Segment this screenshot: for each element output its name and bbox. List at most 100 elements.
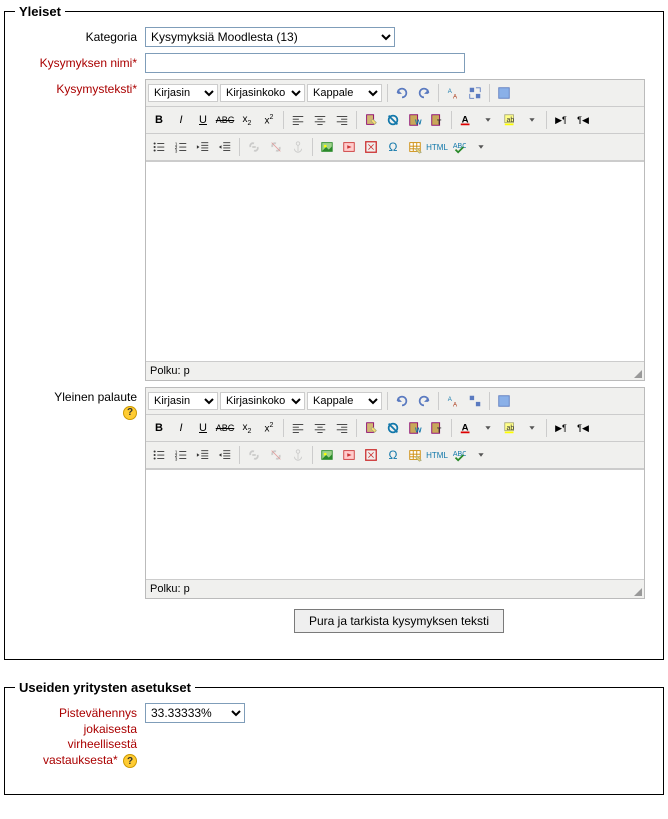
fb-link-icon[interactable] bbox=[244, 445, 264, 465]
fb-align-left-icon[interactable] bbox=[288, 418, 308, 438]
bold-icon[interactable]: B bbox=[149, 110, 169, 130]
spellcheck-dropdown-icon[interactable] bbox=[471, 137, 491, 157]
outdent-icon[interactable] bbox=[193, 137, 213, 157]
fb-redo-icon[interactable] bbox=[414, 391, 434, 411]
special-char-icon[interactable]: Ω bbox=[383, 137, 403, 157]
fb-special-char-icon[interactable]: Ω bbox=[383, 445, 403, 465]
fb-font-family-select[interactable]: Kirjasin bbox=[148, 392, 218, 410]
unlink-icon[interactable] bbox=[266, 137, 286, 157]
indent-icon[interactable] bbox=[215, 137, 235, 157]
nonbreaking-icon[interactable] bbox=[361, 137, 381, 157]
insert-image-icon[interactable] bbox=[317, 137, 337, 157]
fb-paste-plain-icon[interactable] bbox=[361, 418, 381, 438]
fb-find-replace-icon[interactable]: AA bbox=[443, 391, 463, 411]
fb-bg-color-dropdown-icon[interactable] bbox=[522, 418, 542, 438]
underline-icon[interactable]: U bbox=[193, 110, 213, 130]
align-center-icon[interactable] bbox=[310, 110, 330, 130]
help-icon[interactable]: ? bbox=[123, 754, 137, 768]
fb-bg-color-icon[interactable]: ab bbox=[500, 418, 520, 438]
fb-undo-icon[interactable] bbox=[392, 391, 412, 411]
category-select[interactable]: Kysymyksiä Moodlesta (13) bbox=[145, 27, 395, 47]
text-color-dropdown-icon[interactable] bbox=[478, 110, 498, 130]
align-left-icon[interactable] bbox=[288, 110, 308, 130]
fb-text-color-icon[interactable]: A bbox=[456, 418, 476, 438]
resize-handle-icon[interactable] bbox=[632, 368, 642, 378]
rtl-icon[interactable]: ¶◀ bbox=[573, 110, 593, 130]
fb-spellcheck-dropdown-icon[interactable] bbox=[471, 445, 491, 465]
paste-text-icon[interactable]: T bbox=[427, 110, 447, 130]
align-right-icon[interactable] bbox=[332, 110, 352, 130]
strikethrough-icon[interactable]: ABC bbox=[215, 110, 235, 130]
text-color-icon[interactable]: A bbox=[456, 110, 476, 130]
fb-align-center-icon[interactable] bbox=[310, 418, 330, 438]
row-question-text: Kysymysteksti* Kirjasin Kirjasinkoko Kap… bbox=[15, 79, 653, 381]
question-text-area[interactable] bbox=[146, 161, 644, 361]
fb-number-list-icon[interactable]: 123 bbox=[171, 445, 191, 465]
fb-insert-image-icon[interactable] bbox=[317, 445, 337, 465]
feedback-text-area[interactable] bbox=[146, 469, 644, 579]
decode-verify-button[interactable]: Pura ja tarkista kysymyksen teksti bbox=[294, 609, 504, 633]
fb-resize-handle-icon[interactable] bbox=[632, 586, 642, 596]
anchor-icon[interactable] bbox=[288, 137, 308, 157]
fb-table-icon[interactable] bbox=[405, 445, 425, 465]
link-icon[interactable] bbox=[244, 137, 264, 157]
fb-strikethrough-icon[interactable]: ABC bbox=[215, 418, 235, 438]
remove-format-icon[interactable] bbox=[383, 110, 403, 130]
fb-underline-icon[interactable]: U bbox=[193, 418, 213, 438]
fullscreen-icon[interactable] bbox=[494, 83, 514, 103]
font-size-select[interactable]: Kirjasinkoko bbox=[220, 84, 305, 102]
toggle-fullscreen-icon[interactable] bbox=[465, 83, 485, 103]
italic-icon[interactable]: I bbox=[171, 110, 191, 130]
fb-paragraph-select[interactable]: Kappale bbox=[307, 392, 382, 410]
fb-unlink-icon[interactable] bbox=[266, 445, 286, 465]
name-input[interactable] bbox=[145, 53, 465, 73]
font-family-select[interactable]: Kirjasin bbox=[148, 84, 218, 102]
find-replace-icon[interactable]: AA bbox=[443, 83, 463, 103]
fb-spellcheck-icon[interactable]: ABC bbox=[449, 445, 469, 465]
undo-icon[interactable] bbox=[392, 83, 412, 103]
help-icon[interactable]: ? bbox=[123, 406, 137, 420]
fb-paste-word-icon[interactable]: W bbox=[405, 418, 425, 438]
divider-icon bbox=[546, 111, 547, 129]
fb-font-size-select[interactable]: Kirjasinkoko bbox=[220, 392, 305, 410]
fb-ltr-icon[interactable]: ▶¶ bbox=[551, 418, 571, 438]
fb-paste-text-icon[interactable]: T bbox=[427, 418, 447, 438]
fb-rtl-icon[interactable]: ¶◀ bbox=[573, 418, 593, 438]
bg-color-dropdown-icon[interactable] bbox=[522, 110, 542, 130]
insert-media-icon[interactable] bbox=[339, 137, 359, 157]
fb-superscript-icon[interactable]: x2 bbox=[259, 418, 279, 438]
fb-html-icon[interactable]: HTML bbox=[427, 445, 447, 465]
spellcheck-icon[interactable]: ABC bbox=[449, 137, 469, 157]
ltr-icon[interactable]: ▶¶ bbox=[551, 110, 571, 130]
fb-align-right-icon[interactable] bbox=[332, 418, 352, 438]
fb-nonbreaking-icon[interactable] bbox=[361, 445, 381, 465]
paste-plain-icon[interactable] bbox=[361, 110, 381, 130]
redo-icon[interactable] bbox=[414, 83, 434, 103]
number-list-icon[interactable]: 123 bbox=[171, 137, 191, 157]
superscript-icon[interactable]: x2 bbox=[259, 110, 279, 130]
fb-text-color-dropdown-icon[interactable] bbox=[478, 418, 498, 438]
fb-remove-format-icon[interactable] bbox=[383, 418, 403, 438]
fb-toggle-fullscreen-icon[interactable] bbox=[465, 391, 485, 411]
fieldset-multitry: Useiden yritysten asetukset Pistevähenny… bbox=[4, 680, 664, 795]
fb-bullet-list-icon[interactable] bbox=[149, 445, 169, 465]
penalty-select[interactable]: 33.33333% bbox=[145, 703, 245, 723]
fb-fullscreen-icon[interactable] bbox=[494, 391, 514, 411]
fb-italic-icon[interactable]: I bbox=[171, 418, 191, 438]
paragraph-select[interactable]: Kappale bbox=[307, 84, 382, 102]
html-icon[interactable]: HTML bbox=[427, 137, 447, 157]
fb-subscript-icon[interactable]: x2 bbox=[237, 418, 257, 438]
bullet-list-icon[interactable] bbox=[149, 137, 169, 157]
fb-outdent-icon[interactable] bbox=[193, 445, 213, 465]
divider-icon bbox=[356, 111, 357, 129]
fb-insert-media-icon[interactable] bbox=[339, 445, 359, 465]
fb-indent-icon[interactable] bbox=[215, 445, 235, 465]
feedback-editor-path: Polku: p bbox=[146, 579, 644, 598]
svg-text:A: A bbox=[453, 401, 458, 408]
paste-word-icon[interactable]: W bbox=[405, 110, 425, 130]
fb-anchor-icon[interactable] bbox=[288, 445, 308, 465]
subscript-icon[interactable]: x2 bbox=[237, 110, 257, 130]
table-icon[interactable] bbox=[405, 137, 425, 157]
fb-bold-icon[interactable]: B bbox=[149, 418, 169, 438]
bg-color-icon[interactable]: ab bbox=[500, 110, 520, 130]
